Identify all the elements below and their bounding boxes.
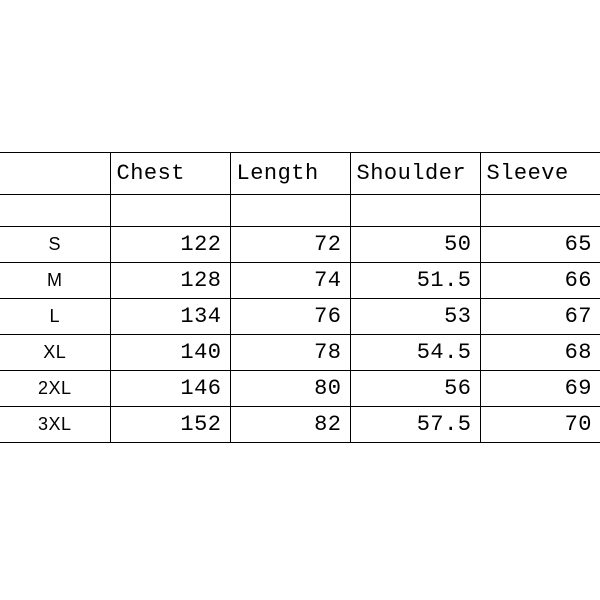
cell-sleeve: 70	[480, 407, 600, 443]
cell-sleeve: 66	[480, 263, 600, 299]
cell-size: S	[0, 227, 110, 263]
cell-shoulder: 56	[350, 371, 480, 407]
cell-sleeve: 69	[480, 371, 600, 407]
cell-length: 76	[230, 299, 350, 335]
cell-length: 80	[230, 371, 350, 407]
header-size	[0, 153, 110, 195]
cell-shoulder: 53	[350, 299, 480, 335]
table-row: 3XL 152 82 57.5 70	[0, 407, 600, 443]
cell-chest: 146	[110, 371, 230, 407]
cell-size: 2XL	[0, 371, 110, 407]
cell-length: 78	[230, 335, 350, 371]
cell-size: XL	[0, 335, 110, 371]
cell-sleeve: 65	[480, 227, 600, 263]
cell-shoulder: 51.5	[350, 263, 480, 299]
table-row: 2XL 146 80 56 69	[0, 371, 600, 407]
table-row: S 122 72 50 65	[0, 227, 600, 263]
cell-chest: 128	[110, 263, 230, 299]
cell-shoulder: 50	[350, 227, 480, 263]
cell-size: M	[0, 263, 110, 299]
cell-size: L	[0, 299, 110, 335]
size-table: Chest Length Shoulder Sleeve S 122 72 50…	[0, 152, 600, 443]
cell-chest: 152	[110, 407, 230, 443]
cell-chest: 134	[110, 299, 230, 335]
header-length: Length	[230, 153, 350, 195]
header-sleeve: Sleeve	[480, 153, 600, 195]
table-row: L 134 76 53 67	[0, 299, 600, 335]
cell-sleeve: 68	[480, 335, 600, 371]
table-header-row: Chest Length Shoulder Sleeve	[0, 153, 600, 195]
table-row: XL 140 78 54.5 68	[0, 335, 600, 371]
cell-sleeve: 67	[480, 299, 600, 335]
cell-size: 3XL	[0, 407, 110, 443]
size-chart-table: Chest Length Shoulder Sleeve S 122 72 50…	[0, 152, 600, 443]
cell-length: 72	[230, 227, 350, 263]
cell-length: 82	[230, 407, 350, 443]
header-shoulder: Shoulder	[350, 153, 480, 195]
cell-length: 74	[230, 263, 350, 299]
cell-chest: 140	[110, 335, 230, 371]
cell-shoulder: 57.5	[350, 407, 480, 443]
cell-shoulder: 54.5	[350, 335, 480, 371]
cell-chest: 122	[110, 227, 230, 263]
table-row: M 128 74 51.5 66	[0, 263, 600, 299]
table-spacer-row	[0, 195, 600, 227]
header-chest: Chest	[110, 153, 230, 195]
